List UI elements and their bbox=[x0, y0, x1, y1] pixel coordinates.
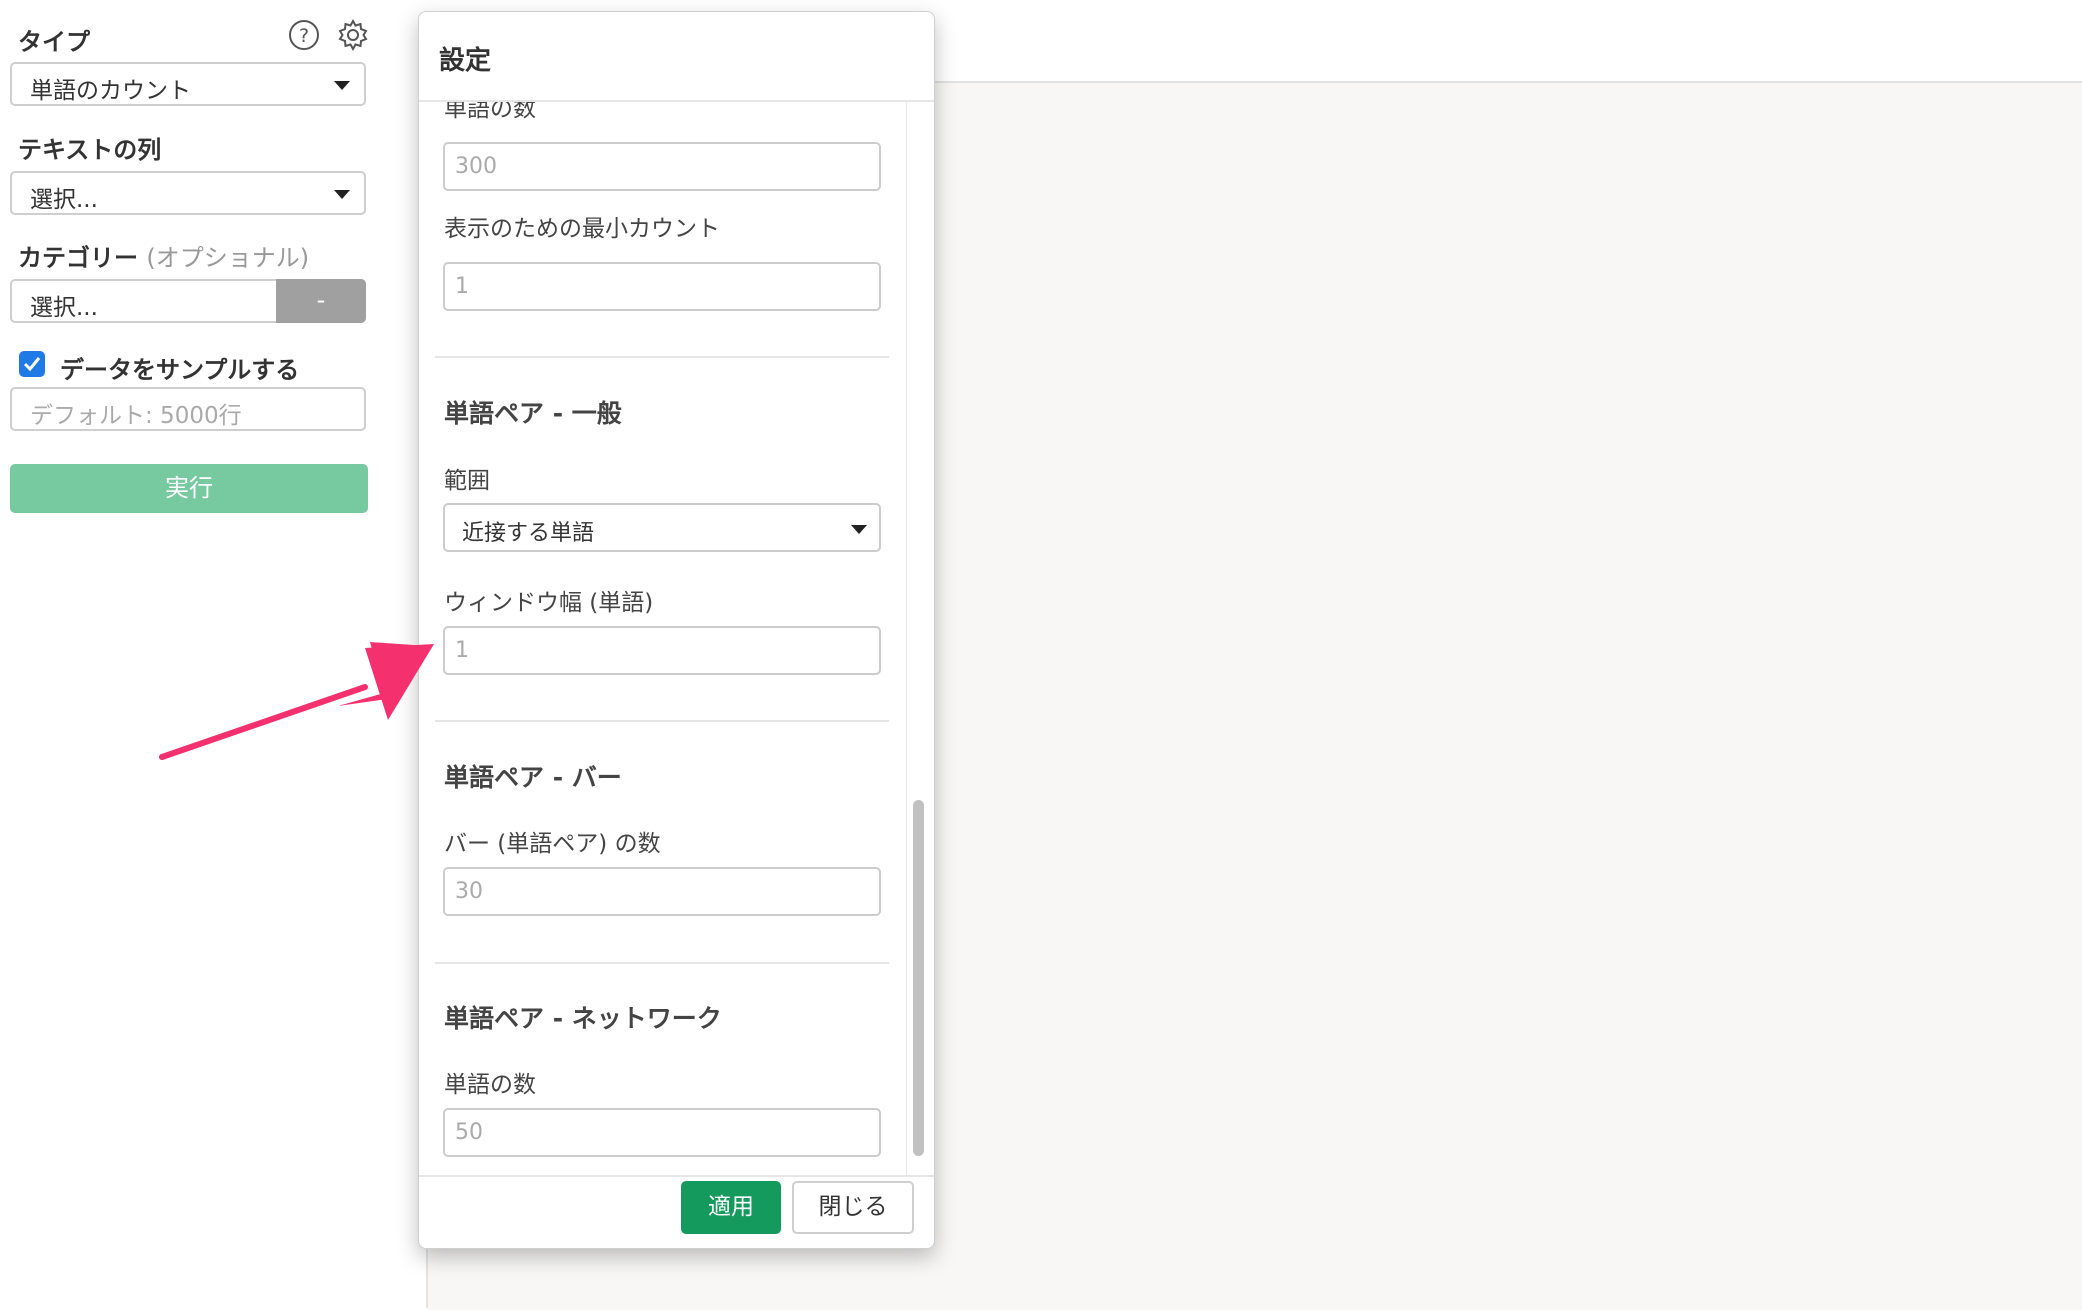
gear-icon[interactable] bbox=[336, 18, 370, 52]
category-clear-button[interactable]: - bbox=[276, 279, 366, 323]
help-icon[interactable]: ? bbox=[287, 18, 321, 52]
bars-count-label: バー (単語ペア) の数 bbox=[444, 831, 661, 857]
section-divider bbox=[435, 962, 889, 964]
min-count-value: 1 bbox=[455, 274, 469, 299]
word-count-label: 単語の数 bbox=[444, 102, 536, 122]
close-button[interactable]: 閉じる bbox=[792, 1181, 914, 1234]
pair-general-title: 単語ペア - 一般 bbox=[444, 399, 622, 428]
window-width-label: ウィンドウ幅 (単語) bbox=[444, 590, 654, 616]
type-label: タイプ bbox=[18, 28, 90, 56]
min-count-input[interactable]: 1 bbox=[443, 262, 881, 311]
pair-bar-title: 単語ペア - バー bbox=[444, 763, 622, 792]
type-select-value: 単語のカウント bbox=[30, 78, 191, 104]
dialog-title: 設定 bbox=[439, 46, 492, 76]
text-column-value: 選択... bbox=[30, 187, 98, 213]
bars-count-input[interactable]: 30 bbox=[443, 867, 881, 916]
type-select[interactable]: 単語のカウント bbox=[10, 62, 366, 106]
chevron-down-icon bbox=[851, 525, 867, 534]
run-button[interactable]: 実行 bbox=[10, 464, 368, 513]
network-words-value: 50 bbox=[455, 1120, 483, 1145]
scrollbar-thumb[interactable] bbox=[913, 800, 924, 1156]
sample-rows-placeholder: デフォルト: 5000行 bbox=[30, 403, 242, 429]
sample-label: データをサンプルする bbox=[60, 356, 300, 384]
pair-network-title: 単語ペア - ネットワーク bbox=[444, 1004, 722, 1033]
range-select[interactable]: 近接する単語 bbox=[443, 503, 881, 552]
svg-text:?: ? bbox=[299, 25, 309, 47]
window-width-input[interactable]: 1 bbox=[443, 626, 881, 675]
sample-rows-input[interactable]: デフォルト: 5000行 bbox=[10, 387, 366, 431]
dialog-body[interactable]: 単語の数 300 表示のための最小カウント 1 単語ペア - 一般 範囲 近接す… bbox=[419, 102, 899, 1176]
chevron-down-icon bbox=[334, 190, 350, 199]
settings-dialog: 設定 単語の数 300 表示のための最小カウント 1 単語ペア - 一般 範囲 … bbox=[418, 11, 935, 1249]
word-count-input[interactable]: 300 bbox=[443, 142, 881, 191]
checkmark-icon bbox=[23, 357, 41, 372]
network-words-input[interactable]: 50 bbox=[443, 1108, 881, 1157]
min-count-label: 表示のための最小カウント bbox=[444, 216, 720, 242]
network-words-label: 単語の数 bbox=[444, 1072, 536, 1098]
sample-checkbox[interactable] bbox=[19, 351, 45, 377]
section-divider bbox=[435, 356, 889, 358]
category-label: カテゴリー (オプショナル) bbox=[18, 238, 309, 273]
word-count-value: 300 bbox=[455, 154, 497, 179]
chevron-down-icon bbox=[334, 81, 350, 90]
category-select[interactable]: 選択... - bbox=[10, 279, 366, 323]
text-column-select[interactable]: 選択... bbox=[10, 171, 366, 215]
category-label-text: カテゴリー bbox=[18, 244, 138, 272]
category-value: 選択... bbox=[30, 295, 98, 321]
range-value: 近接する単語 bbox=[462, 521, 595, 546]
annotation-arrow-icon bbox=[159, 642, 434, 760]
dialog-footer-divider bbox=[419, 1175, 934, 1177]
category-optional-text: (オプショナル) bbox=[146, 244, 310, 272]
bars-count-value: 30 bbox=[455, 879, 483, 904]
section-divider bbox=[435, 720, 889, 722]
window-width-value: 1 bbox=[455, 638, 469, 663]
apply-button[interactable]: 適用 bbox=[681, 1181, 781, 1234]
range-label: 範囲 bbox=[444, 468, 490, 494]
text-column-label: テキストの列 bbox=[18, 136, 162, 164]
